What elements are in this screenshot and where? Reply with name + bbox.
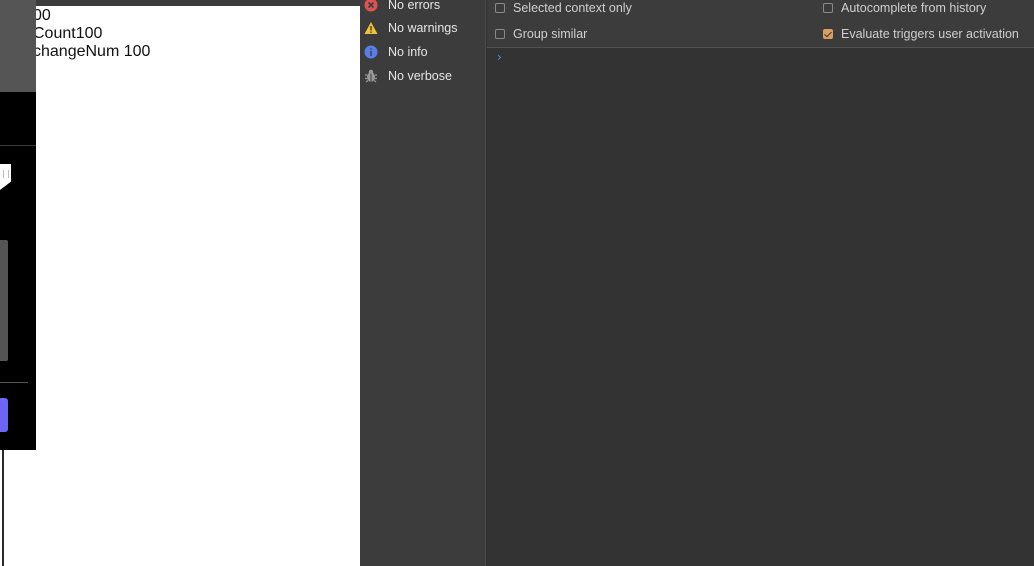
sidebar-item-info[interactable]: No info <box>364 42 428 62</box>
page-viewport: 00 Count100 changeNum 100 <box>0 0 360 566</box>
page-text-line: Count100 <box>33 25 103 42</box>
evaluate-triggers-checkbox[interactable] <box>823 29 833 39</box>
pause-icon <box>3 170 9 178</box>
error-icon <box>364 0 378 12</box>
sidebar-item-warnings[interactable]: No warnings <box>364 18 458 38</box>
sidebar-item-verbose[interactable]: No verbose <box>365 66 452 86</box>
autocomplete-from-history-option[interactable]: Autocomplete from history <box>823 0 986 17</box>
option-label: Autocomplete from history <box>841 1 987 15</box>
evaluate-triggers-option[interactable]: Evaluate triggers user activation <box>823 25 1019 43</box>
overlay-popup <box>0 0 36 450</box>
info-icon <box>364 45 378 59</box>
option-label: Group similar <box>513 27 588 41</box>
overlay-divider <box>0 382 28 383</box>
page-content <box>0 6 360 566</box>
sidebar-item-label: No errors <box>388 0 441 12</box>
overlay-primary-button[interactable] <box>0 398 8 432</box>
group-similar-checkbox[interactable] <box>495 29 505 39</box>
sidebar-item-label: No verbose <box>388 69 452 83</box>
option-label: Evaluate triggers user activation <box>841 27 1019 41</box>
selected-context-only-option[interactable]: Selected context only <box>495 0 632 17</box>
page-text-line: changeNum 100 <box>33 43 151 60</box>
overlay-divider <box>0 145 36 146</box>
chevron-right-icon: › <box>497 50 502 64</box>
group-similar-option[interactable]: Group similar <box>495 25 587 43</box>
console-output[interactable]: › <box>487 48 1034 566</box>
sidebar-item-errors[interactable]: No errors <box>364 0 441 15</box>
selected-context-only-checkbox[interactable] <box>495 3 505 13</box>
sidebar-item-label: No warnings <box>388 21 458 35</box>
sidebar-item-label: No info <box>388 45 428 59</box>
warning-icon <box>364 22 378 34</box>
overlay-header <box>0 0 36 92</box>
option-label: Selected context only <box>513 1 632 15</box>
autocomplete-from-history-checkbox[interactable] <box>823 3 833 13</box>
page-left-border <box>2 440 4 566</box>
console-sidebar: No errors No warnings No info No verbose <box>360 0 486 566</box>
console-settings: Selected context only Group similar Auto… <box>487 0 1034 48</box>
overlay-panel <box>0 240 8 361</box>
verbose-icon <box>365 69 377 83</box>
